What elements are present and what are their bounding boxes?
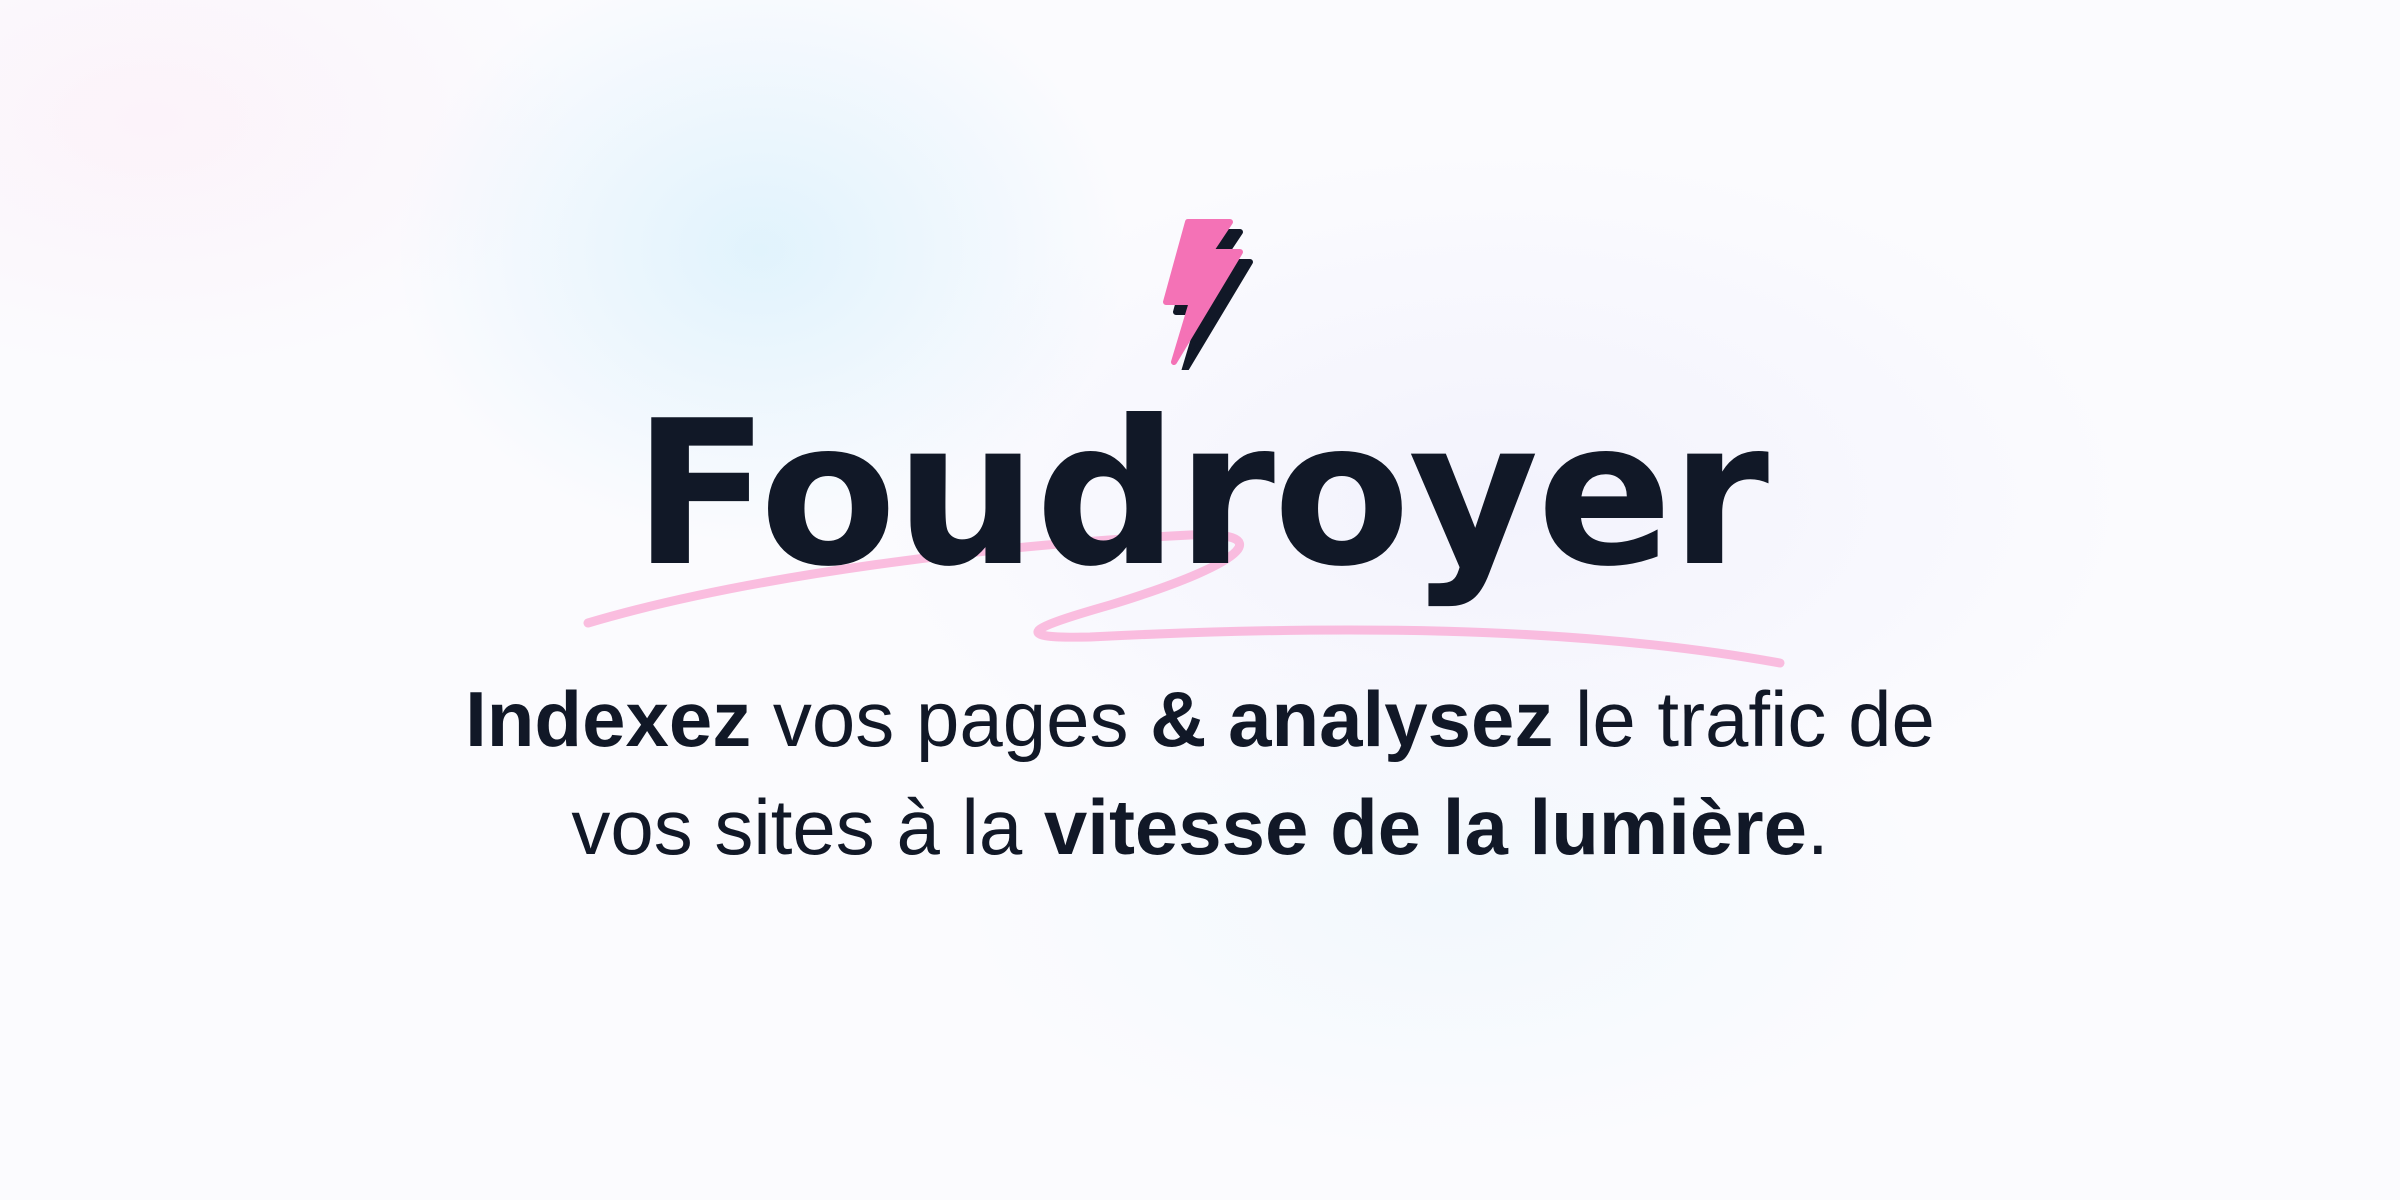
tagline-segment: .: [1806, 783, 1829, 871]
tagline-segment: vos pages: [751, 675, 1151, 763]
tagline-line-2: vos sites à la vitesse de la lumière.: [571, 783, 1828, 871]
tagline-segment: le trafic de: [1553, 675, 1935, 763]
tagline: Indexez vos pages & analysez le trafic d…: [300, 665, 2100, 881]
tagline-segment: vitesse de la lumière: [1043, 783, 1807, 871]
tagline-line-1: Indexez vos pages & analysez le trafic d…: [465, 675, 1935, 763]
tagline-segment: Indexez: [465, 675, 752, 763]
hero-section: Foudroyer Indexez vos pages & analysez l…: [0, 0, 2400, 1200]
tagline-segment: & analysez: [1150, 675, 1554, 763]
lightning-bolt-icon: [1163, 219, 1253, 370]
page-title: Foudroyer: [632, 378, 1769, 611]
tagline-segment: vos sites à la: [571, 783, 1044, 871]
